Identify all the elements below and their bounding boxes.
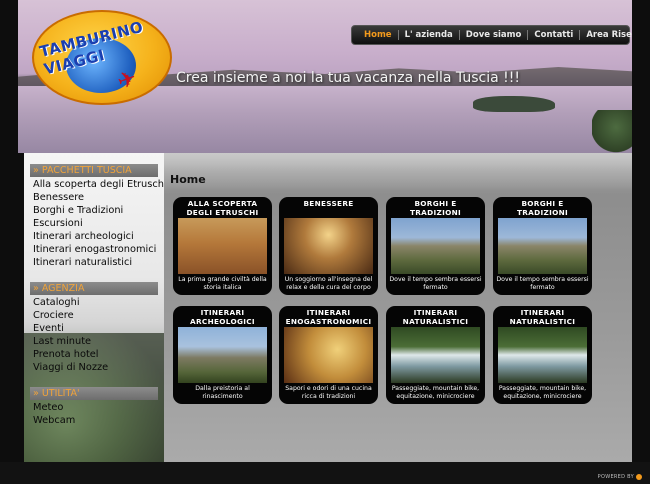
card-description: Dove il tempo sembra essersi fermato	[389, 276, 482, 291]
card-image-naturalistici	[391, 327, 480, 383]
card-title: BORGHI E TRADIZIONI	[516, 199, 569, 217]
sidebar-item-crociere[interactable]: Crociere	[33, 309, 161, 322]
card-title: ALLA SCOPERTA DEGLI ETRUSCHI	[186, 199, 259, 217]
sidebar-item-viaggi-nozze[interactable]: Viaggi di Nozze	[33, 361, 161, 374]
package-card-borghi[interactable]: BORGHI E TRADIZIONI Dove il tempo sembra…	[386, 197, 485, 295]
sidebar-heading-pacchetti: » PACCHETTI TUSCIA	[30, 164, 158, 177]
sidebar-heading-utilita: » UTILITA'	[30, 387, 158, 400]
nav-contatti[interactable]: Contatti	[527, 30, 579, 40]
powered-by-text: POWERED BY	[597, 474, 634, 480]
sidebar-item-escursioni[interactable]: Escursioni	[33, 217, 161, 230]
logo[interactable]: TAMBURINO VIAGGI ✈	[32, 10, 182, 105]
card-description: Un soggiorno all'insegna del relax e del…	[284, 276, 373, 291]
main-content: Home ALLA SCOPERTA DEGLI ETRUSCHI La pri…	[164, 153, 632, 462]
package-card-etruschi[interactable]: ALLA SCOPERTA DEGLI ETRUSCHI La prima gr…	[173, 197, 272, 295]
package-card-naturalistici-2[interactable]: ITINERARI NATURALISTICI Passeggiate, mou…	[493, 306, 592, 404]
card-title: BORGHI E TRADIZIONI	[409, 199, 462, 217]
sidebar-list-utilita: Meteo Webcam	[33, 401, 161, 427]
sidebar-list-agenzia: Cataloghi Crociere Eventi Last minute Pr…	[33, 296, 161, 374]
card-image-enogastronomici	[284, 327, 373, 383]
main-background-fade	[164, 153, 632, 195]
card-title: ITINERARI ARCHEOLOGICI	[190, 308, 255, 326]
sidebar-item-cataloghi[interactable]: Cataloghi	[33, 296, 161, 309]
top-navigation: Home L' azienda Dove siamo Contatti Area…	[351, 25, 632, 45]
sidebar-item-enogastronomici[interactable]: Itinerari enogastronomici	[33, 243, 161, 256]
nav-home[interactable]: Home	[358, 30, 398, 40]
card-image-naturalistici	[498, 327, 587, 383]
sidebar-item-benessere[interactable]: Benessere	[33, 191, 161, 204]
powered-by-logo-icon[interactable]	[636, 474, 642, 480]
card-description: Dalla preistoria al rinascimento	[195, 385, 250, 400]
sidebar-heading-agenzia: » AGENZIA	[30, 282, 158, 295]
nav-azienda[interactable]: L' azienda	[397, 30, 459, 40]
card-title: BENESSERE	[303, 199, 354, 208]
sidebar-item-eventi[interactable]: Eventi	[33, 322, 161, 335]
page-title: Home	[170, 173, 206, 186]
island-graphic	[473, 96, 555, 112]
card-title: ITINERARI ENOGASTRONOMICI	[285, 308, 372, 326]
card-description: Passeggiate, mountain bike, equitazione,…	[498, 385, 587, 400]
card-image-etruschi	[178, 218, 267, 274]
card-description: Sapori e odori di una cucina ricca di tr…	[285, 385, 372, 400]
card-image-borghi	[498, 218, 587, 274]
sidebar-item-borghi[interactable]: Borghi e Tradizioni	[33, 204, 161, 217]
sidebar-list-pacchetti: Alla scoperta degli Etruschi Benessere B…	[33, 178, 164, 269]
package-card-archeologici[interactable]: ITINERARI ARCHEOLOGICI Dalla preistoria …	[173, 306, 272, 404]
footer	[0, 462, 650, 484]
sidebar-item-prenota-hotel[interactable]: Prenota hotel	[33, 348, 161, 361]
card-title: ITINERARI NATURALISTICI	[509, 308, 576, 326]
tagline: Crea insieme a noi la tua vacanza nella …	[176, 70, 520, 86]
sidebar: » PACCHETTI TUSCIA Alla scoperta degli E…	[24, 153, 164, 462]
card-image-borghi	[391, 218, 480, 274]
sidebar-item-naturalistici[interactable]: Itinerari naturalistici	[33, 256, 161, 269]
sidebar-item-webcam[interactable]: Webcam	[33, 414, 161, 427]
card-image-archeologici	[178, 327, 267, 383]
header-banner: TAMBURINO VIAGGI ✈ Crea insieme a noi la…	[18, 0, 632, 153]
card-title: ITINERARI NATURALISTICI	[402, 308, 469, 326]
sidebar-item-etruschi[interactable]: Alla scoperta degli Etruschi	[33, 178, 164, 191]
package-card-naturalistici[interactable]: ITINERARI NATURALISTICI Passeggiate, mou…	[386, 306, 485, 404]
card-description: Dove il tempo sembra essersi fermato	[496, 276, 589, 291]
package-card-enogastronomici[interactable]: ITINERARI ENOGASTRONOMICI Sapori e odori…	[279, 306, 378, 404]
sidebar-item-meteo[interactable]: Meteo	[33, 401, 161, 414]
sidebar-item-last-minute[interactable]: Last minute	[33, 335, 161, 348]
card-image-benessere	[284, 218, 373, 274]
nav-area-riservata[interactable]: Area Riservata	[579, 30, 632, 40]
package-card-benessere[interactable]: BENESSERE Un soggiorno all'insegna del r…	[279, 197, 378, 295]
card-description: La prima grande civiltà della storia ita…	[178, 276, 267, 291]
nav-dove-siamo[interactable]: Dove siamo	[458, 30, 528, 40]
card-description: Passeggiate, mountain bike, equitazione,…	[391, 385, 480, 400]
sidebar-item-archeologici[interactable]: Itinerari archeologici	[33, 230, 161, 243]
package-card-borghi-2[interactable]: BORGHI E TRADIZIONI Dove il tempo sembra…	[493, 197, 592, 295]
tree-graphic	[592, 110, 632, 153]
